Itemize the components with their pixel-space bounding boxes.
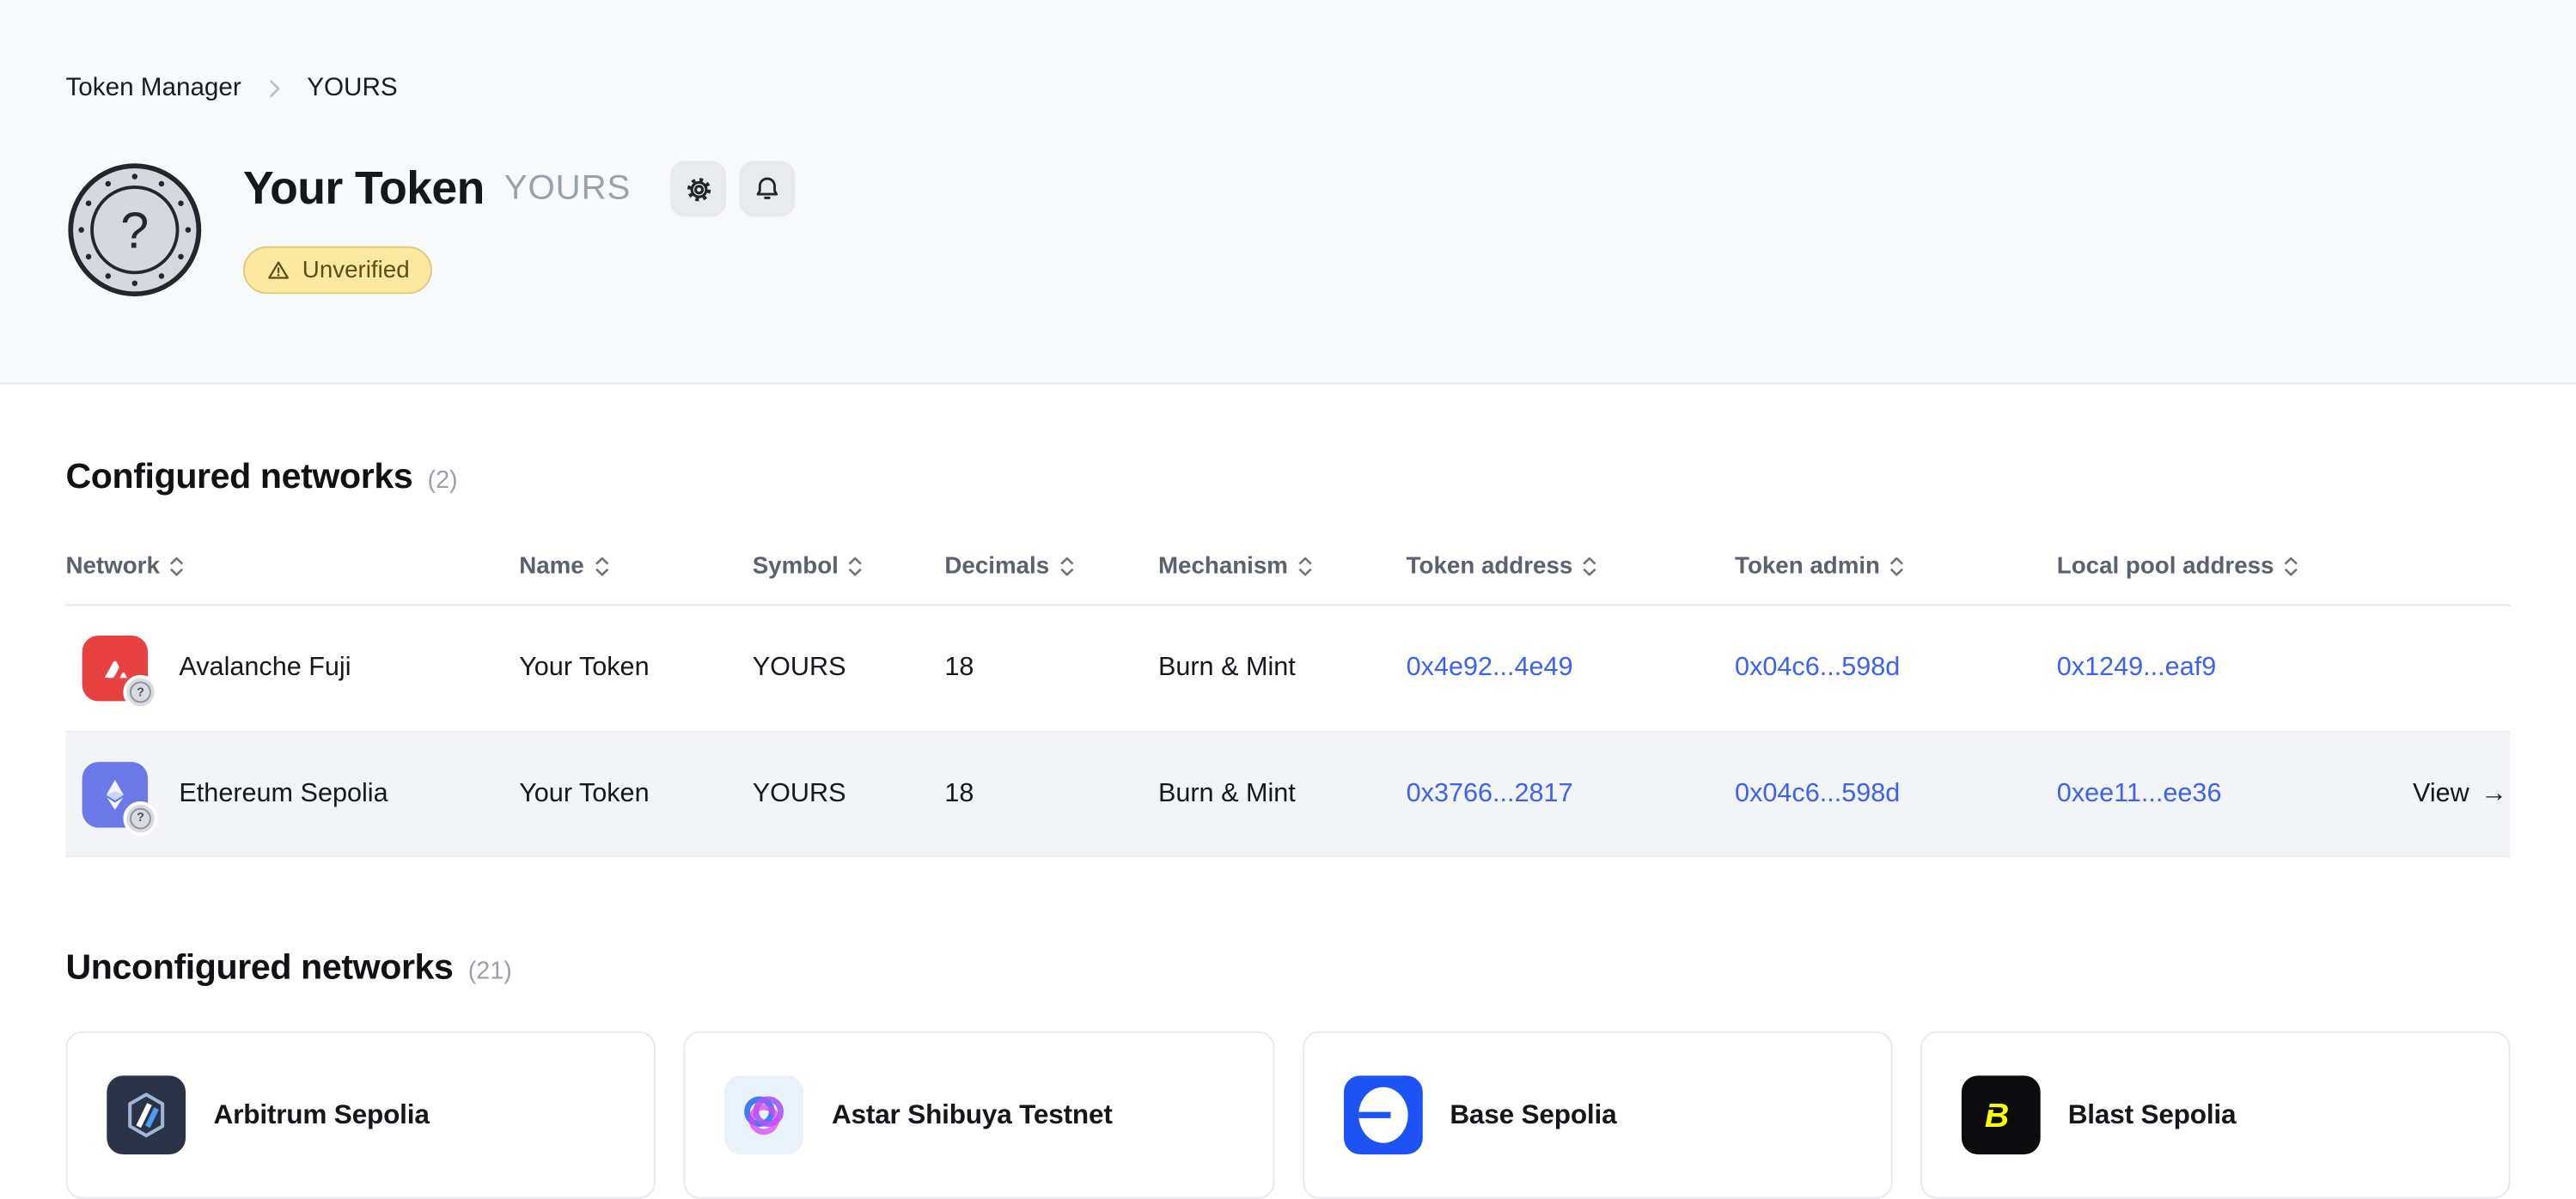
unconfigured-networks-title: Unconfigured networks [65,947,453,989]
configured-networks-title: Configured networks [65,457,412,498]
network-card-base-sepolia[interactable]: Base Sepolia [1302,1032,1892,1199]
local-pool-address-link[interactable]: 0x1249...eaf9 [2057,654,2336,683]
token-address-link[interactable]: 0x3766...2817 [1407,779,1735,808]
breadcrumb-token-manager[interactable]: Token Manager [65,74,241,103]
network-cell: ? Avalanche Fuji [65,636,519,701]
arbitrum-icon [107,1075,186,1154]
settings-button[interactable] [670,161,726,216]
column-header-mechanism[interactable]: Mechanism [1158,527,1407,605]
column-header-network[interactable]: Network [65,527,519,605]
view-link-label: View [2413,779,2469,808]
unknown-token-avatar: ? [65,161,204,299]
column-header-label: Network [65,553,159,580]
svg-text:?: ? [120,202,149,259]
token-header: ? Your Token YOURS [65,161,2510,299]
table-row-ethereum-sepolia[interactable]: ? Ethereum Sepolia Your Token YOURS 18 B… [65,733,2510,857]
network-icon-wrap: ? [82,636,148,701]
unknown-token-badge-icon: ? [123,800,157,835]
column-header-label: Token address [1407,553,1573,580]
token-address-link[interactable]: 0x4e92...4e49 [1407,654,1735,683]
base-icon [1343,1075,1422,1154]
unconfigured-networks-count: (21) [468,958,512,986]
column-header-label: Local pool address [2057,553,2274,580]
main-content: Configured networks (2) Network Name Sym… [0,384,2576,1198]
column-header-actions [2336,540,2511,591]
cell-mechanism: Burn & Mint [1158,654,1407,683]
card-label: Base Sepolia [1450,1099,1616,1130]
astar-icon [725,1075,804,1154]
sort-icon [1059,557,1074,576]
bell-icon [751,173,784,205]
unconfigured-networks-grid: Arbitrum Sepolia Astar Shibuya Testnet [65,1032,2510,1199]
cell-decimals: 18 [944,779,1158,808]
sort-icon [1297,557,1312,576]
card-label: Arbitrum Sepolia [214,1099,430,1130]
configured-networks-count: (2) [428,466,458,495]
unconfigured-networks-section: Unconfigured networks (21) Arbitrum Sepo… [65,857,2510,1199]
network-card-blast-sepolia[interactable]: B Blast Sepolia [1920,1032,2511,1199]
network-name: Avalanche Fuji [179,654,351,683]
column-header-label: Name [519,553,584,580]
sort-icon [169,557,184,576]
breadcrumb-chevron-icon [261,76,288,102]
page-header: Token Manager YOURS ? Your Toke [0,0,2576,384]
column-header-symbol[interactable]: Symbol [753,527,945,605]
page-title: Your Token [243,162,485,215]
cell-symbol: YOURS [753,779,945,808]
card-label: Blast Sepolia [2068,1099,2237,1130]
column-header-label: Mechanism [1158,553,1288,580]
network-cell: ? Ethereum Sepolia [65,761,519,826]
view-link[interactable]: View → [2336,779,2511,808]
sort-icon [848,557,863,576]
svg-text:B: B [1984,1097,2008,1135]
column-header-decimals[interactable]: Decimals [944,527,1158,605]
token-admin-link[interactable]: 0x04c6...598d [1735,779,2057,808]
column-header-token-admin[interactable]: Token admin [1735,527,2057,605]
column-header-label: Symbol [753,553,839,580]
token-admin-link[interactable]: 0x04c6...598d [1735,654,2057,683]
table-row-avalanche-fuji[interactable]: ? Avalanche Fuji Your Token YOURS 18 Bur… [65,606,2510,733]
network-card-arbitrum-sepolia[interactable]: Arbitrum Sepolia [65,1032,656,1199]
gear-icon [681,172,716,206]
cell-name: Your Token [519,654,753,683]
breadcrumb-current-token[interactable]: YOURS [307,74,397,103]
cell-symbol: YOURS [753,654,945,683]
warning-icon [266,258,291,283]
column-header-label: Decimals [944,553,1049,580]
configured-networks-table: Network Name Symbol Decimals [65,527,2510,857]
blast-icon: B [1961,1075,2040,1154]
card-label: Astar Shibuya Testnet [832,1099,1113,1130]
column-header-name[interactable]: Name [519,527,753,605]
token-manager-page: Token Manager YOURS ? Your Toke [0,0,2576,1190]
token-header-info: Your Token YOURS [243,161,796,299]
network-card-astar-shibuya-testnet[interactable]: Astar Shibuya Testnet [684,1032,1274,1199]
sort-icon [1889,557,1904,576]
unknown-token-badge-icon: ? [123,675,157,709]
token-symbol: YOURS [504,169,632,209]
cell-mechanism: Burn & Mint [1158,779,1407,808]
arrow-right-icon: → [2481,779,2507,808]
breadcrumb: Token Manager YOURS [65,0,2510,103]
configured-networks-section: Configured networks (2) Network Name Sym… [65,384,2510,857]
table-header-row: Network Name Symbol Decimals [65,527,2510,606]
network-name: Ethereum Sepolia [179,779,388,808]
sort-icon [1583,557,1597,576]
network-icon-wrap: ? [82,761,148,826]
cell-name: Your Token [519,779,753,808]
status-badge: Unverified [243,246,432,294]
status-badge-label: Unverified [302,257,410,283]
local-pool-address-link[interactable]: 0xee11...ee36 [2057,779,2336,808]
column-header-token-address[interactable]: Token address [1407,527,1735,605]
column-header-local-pool-address[interactable]: Local pool address [2057,527,2336,605]
sort-icon [594,557,608,576]
cell-decimals: 18 [944,654,1158,683]
column-header-label: Token admin [1735,553,1880,580]
sort-icon [2284,557,2298,576]
notifications-button[interactable] [739,161,795,216]
